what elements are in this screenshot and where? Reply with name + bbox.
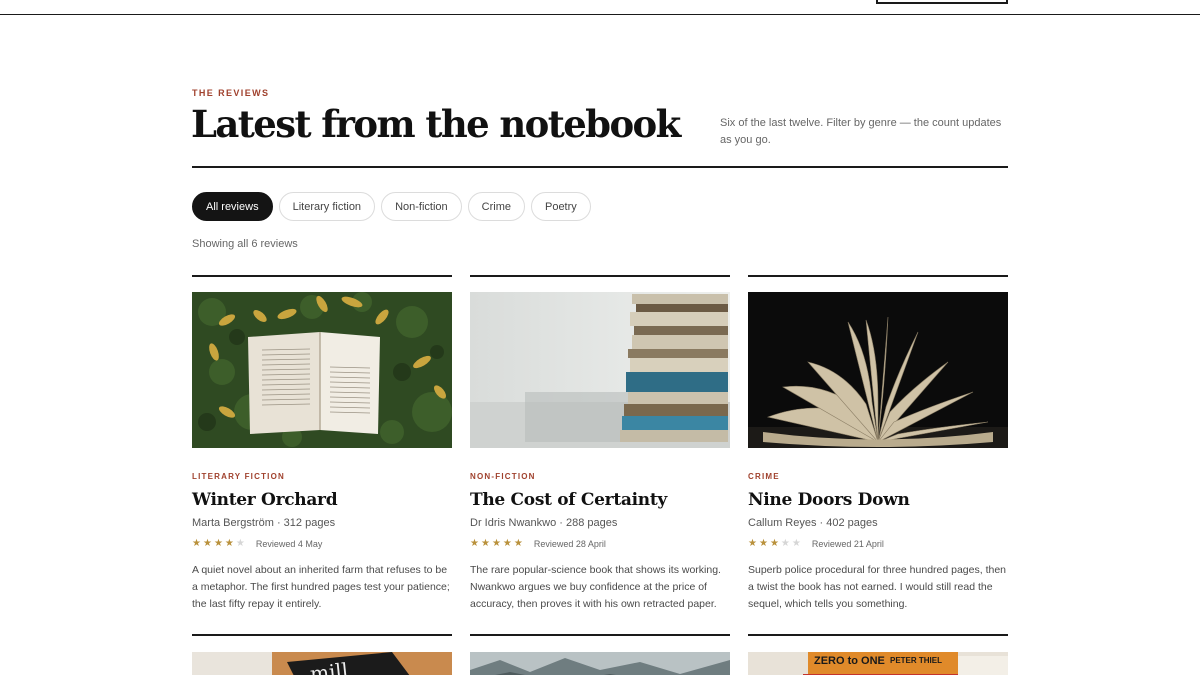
review-card[interactable]: mill — [192, 634, 452, 675]
review-card[interactable]: CRIME Nine Doors Down Callum Reyes · 402… — [748, 275, 1008, 613]
review-card[interactable] — [470, 634, 730, 675]
review-blurb: The rare popular-science book that shows… — [470, 564, 721, 610]
review-blurb: Superb police procedural for three hundr… — [748, 564, 1007, 610]
review-date: Reviewed 4 May — [255, 538, 323, 549]
cover-text: PETER THIEL — [890, 656, 943, 665]
review-title[interactable]: The Cost of Certainty — [470, 490, 730, 510]
card-rule — [470, 634, 730, 636]
star-rating-icon: ★★★★★ — [748, 538, 803, 549]
page-subtitle: Six of the last twelve. Filter by genre … — [720, 117, 1002, 146]
card-rule — [192, 634, 452, 636]
cover-image-book-stack-red[interactable]: ZERO to ONE PETER THIEL — [748, 652, 1008, 675]
cover-text: ZERO to ONE — [814, 655, 885, 667]
review-card[interactable]: ZERO to ONE PETER THIEL — [748, 634, 1008, 675]
card-rule — [748, 634, 1008, 636]
cover-image-open-book-on-grass[interactable] — [192, 292, 452, 448]
section-eyebrow: THE REVIEWS — [192, 88, 270, 98]
star-rating-icon: ★★★★★ — [470, 538, 525, 549]
filter-literary-fiction[interactable]: Literary fiction — [278, 192, 376, 221]
card-rule — [470, 275, 730, 277]
review-genre[interactable]: LITERARY FICTION — [192, 472, 452, 481]
cover-image-misty-mountains[interactable] — [470, 652, 730, 675]
filter-non-fiction[interactable]: Non-fiction — [381, 192, 462, 221]
review-rating: ★★★★★ Reviewed 21 April — [748, 538, 1008, 549]
review-rating: ★★★★★ Reviewed 4 May — [192, 538, 452, 549]
review-blurb: A quiet novel about an inherited farm th… — [192, 564, 450, 610]
header-rule — [192, 166, 1008, 168]
review-title[interactable]: Winter Orchard — [192, 490, 452, 510]
cover-text: mill — [308, 658, 350, 675]
review-card[interactable]: LITERARY FICTION Winter Orchard Marta Be… — [192, 275, 452, 613]
review-genre[interactable]: CRIME — [748, 472, 1008, 481]
results-count: Showing all 6 reviews — [192, 238, 298, 250]
card-rule — [192, 275, 452, 277]
top-border — [0, 14, 1200, 15]
filter-all-reviews[interactable]: All reviews — [192, 192, 273, 221]
cover-image-dark-book[interactable]: mill — [192, 652, 452, 675]
page-title: Latest from the notebook — [191, 102, 681, 146]
review-card[interactable]: NON-FICTION The Cost of Certainty Dr Idr… — [470, 275, 730, 613]
review-author-pages: Dr Idris Nwankwo · 288 pages — [470, 517, 618, 529]
review-genre[interactable]: NON-FICTION — [470, 472, 730, 481]
review-date: Reviewed 28 April — [533, 538, 606, 549]
card-rule — [748, 275, 1008, 277]
review-author-pages: Callum Reyes · 402 pages — [748, 517, 878, 529]
header-button[interactable] — [876, 0, 1008, 4]
review-title[interactable]: Nine Doors Down — [748, 490, 1008, 510]
filter-crime[interactable]: Crime — [467, 192, 525, 221]
review-author-pages: Marta Bergström · 312 pages — [192, 517, 336, 529]
filter-poetry[interactable]: Poetry — [530, 192, 591, 221]
star-rating-icon: ★★★★★ — [192, 538, 247, 549]
review-date: Reviewed 21 April — [811, 538, 884, 549]
cover-image-fanned-book[interactable] — [748, 292, 1008, 448]
genre-filter-bar: All reviews Literary fiction Non-fiction… — [192, 192, 591, 221]
cover-image-book-stack[interactable] — [470, 292, 730, 448]
review-rating: ★★★★★ Reviewed 28 April — [470, 538, 730, 549]
